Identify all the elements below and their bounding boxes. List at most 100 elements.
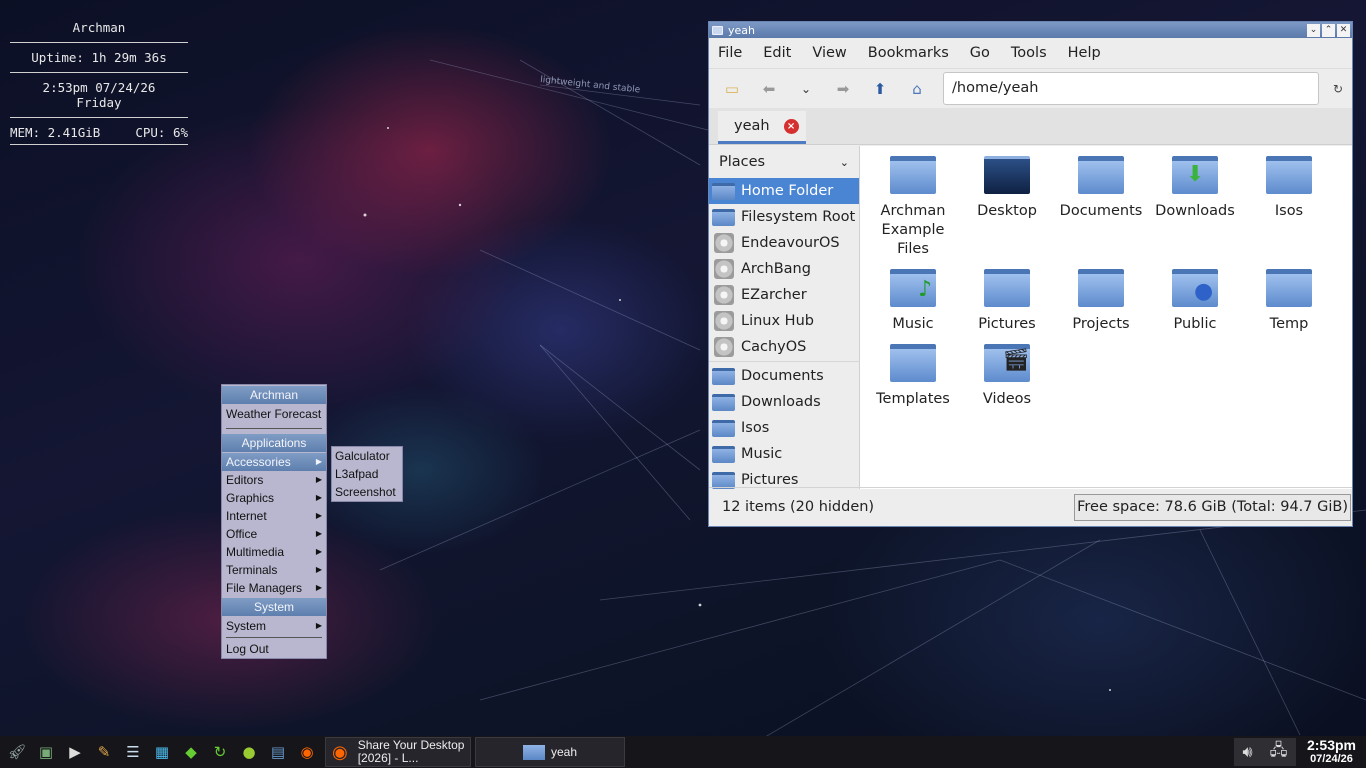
window-titlebar[interactable]: yeah ⌄ ⌃ ✕ xyxy=(709,22,1352,38)
menu-tools[interactable]: Tools xyxy=(1011,45,1047,61)
file-item[interactable]: Isos xyxy=(1242,156,1336,221)
new-tab-icon[interactable]: ▭ xyxy=(719,76,745,102)
file-label: Archman Example Files xyxy=(880,203,946,257)
terminal-icon[interactable]: ▶ xyxy=(63,740,87,764)
task-browser[interactable]: ◉ Share Your Desktop [2026] - L... xyxy=(325,737,471,767)
monitor-icon[interactable]: ▦ xyxy=(150,740,174,764)
menu-item-system[interactable]: System ▶ xyxy=(222,617,326,635)
calculator-icon[interactable]: ▤ xyxy=(266,740,290,764)
firefox-icon[interactable]: ◉ xyxy=(295,740,319,764)
file-label: Temp xyxy=(1269,316,1309,332)
menu-edit[interactable]: Edit xyxy=(763,45,791,61)
text-editor-icon[interactable]: ☰ xyxy=(121,740,145,764)
menu-view[interactable]: View xyxy=(812,45,846,61)
image-viewer-icon[interactable]: ▣ xyxy=(34,740,58,764)
volume-icon[interactable]: 🔊︎ xyxy=(1243,742,1253,762)
file-item[interactable]: Projects xyxy=(1054,269,1148,334)
task-file-manager[interactable]: yeah xyxy=(475,737,625,767)
file-manager-window: yeah ⌄ ⌃ ✕ File Edit View Bookmarks Go T… xyxy=(708,21,1353,527)
menu-help[interactable]: Help xyxy=(1068,45,1101,61)
menu-item-label: Editors xyxy=(226,473,264,487)
android-icon[interactable]: ● xyxy=(237,740,261,764)
app-green-icon[interactable]: ◆ xyxy=(179,740,203,764)
menu-item-multimedia[interactable]: Multimedia ▶ xyxy=(222,543,326,561)
window-title: yeah xyxy=(728,23,755,37)
menu-item-file-managers[interactable]: File Managers ▶ xyxy=(222,579,326,597)
place-filesystem-root[interactable]: Filesystem Root xyxy=(709,204,859,230)
tab-yeah[interactable]: yeah × xyxy=(718,111,806,144)
music-folder-icon: ♪ xyxy=(890,269,936,307)
submenu-item-l3afpad[interactable]: L3afpad xyxy=(332,465,402,483)
home-folder-icon[interactable]: ⌂ xyxy=(904,76,930,102)
bookmark-music[interactable]: Music xyxy=(709,441,859,467)
maximize-icon[interactable]: ⌃ xyxy=(1322,23,1335,37)
menu-item-weather[interactable]: Weather Forecast xyxy=(222,405,326,423)
downloads-folder-icon: ⬇ xyxy=(1172,156,1218,194)
pictures-folder-icon xyxy=(712,471,735,489)
up-arrow-icon[interactable]: ⬆ xyxy=(867,76,893,102)
status-bar: 12 items (20 hidden) Free space: 78.6 Gi… xyxy=(709,487,1352,526)
close-icon[interactable]: ✕ xyxy=(1337,23,1350,37)
place-label: ArchBang xyxy=(741,261,811,277)
menu-item-accessories[interactable]: Accessories ▶ xyxy=(222,453,326,471)
menu-go[interactable]: Go xyxy=(970,45,990,61)
folder-icon xyxy=(890,344,936,382)
place-linux-hub[interactable]: Linux Hub xyxy=(709,308,859,334)
place-ezarcher[interactable]: EZarcher xyxy=(709,282,859,308)
file-item[interactable]: ♪ Music xyxy=(866,269,960,334)
file-manager-icon[interactable]: ✎ xyxy=(92,740,116,764)
place-label: Filesystem Root xyxy=(741,209,856,225)
file-item[interactable]: ⬇ Downloads xyxy=(1148,156,1242,221)
menu-item-graphics[interactable]: Graphics ▶ xyxy=(222,489,326,507)
menu-bookmarks[interactable]: Bookmarks xyxy=(868,45,949,61)
minimize-icon[interactable]: ⌄ xyxy=(1307,23,1320,37)
music-folder-icon xyxy=(712,445,735,463)
path-input[interactable]: /home/yeah xyxy=(943,72,1319,105)
taskbar-clock[interactable]: 2:53pm 07/24/26 xyxy=(1307,737,1356,766)
place-endeavouros[interactable]: EndeavourOS xyxy=(709,230,859,256)
places-selector[interactable]: Places ⌄ xyxy=(709,146,859,178)
file-item[interactable]: Desktop xyxy=(960,156,1054,221)
menu-item-internet[interactable]: Internet ▶ xyxy=(222,507,326,525)
file-item[interactable]: 🎬︎ Videos xyxy=(960,344,1054,409)
menu-item-editors[interactable]: Editors ▶ xyxy=(222,471,326,489)
history-dropdown-icon[interactable]: ⌄ xyxy=(793,76,819,102)
file-item[interactable]: Temp xyxy=(1242,269,1336,334)
rocket-icon[interactable]: 🚀︎ xyxy=(5,740,29,764)
place-label: Home Folder xyxy=(741,183,834,199)
drive-icon xyxy=(714,311,734,331)
close-tab-icon[interactable]: × xyxy=(783,118,799,134)
wallpaper-text: lightweight and stable xyxy=(540,75,641,95)
network-icon[interactable]: 🖧︎ xyxy=(1270,739,1288,766)
file-item[interactable]: Archman Example Files xyxy=(866,156,960,259)
menu-item-terminals[interactable]: Terminals ▶ xyxy=(222,561,326,579)
task-label: Share Your Desktop [2026] - L... xyxy=(357,738,465,765)
menu-item-logout[interactable]: Log Out xyxy=(222,640,326,658)
back-arrow-icon[interactable]: ⬅ xyxy=(756,76,782,102)
submenu-item-screenshot[interactable]: Screenshot xyxy=(332,483,402,501)
bookmark-isos[interactable]: Isos xyxy=(709,415,859,441)
place-archbang[interactable]: ArchBang xyxy=(709,256,859,282)
file-item[interactable]: ● Public xyxy=(1148,269,1242,334)
menu-item-office[interactable]: Office ▶ xyxy=(222,525,326,543)
file-item[interactable]: Pictures xyxy=(960,269,1054,334)
tab-bar: yeah × xyxy=(709,108,1352,145)
task-label: yeah xyxy=(550,745,578,759)
bookmark-pictures[interactable]: Pictures xyxy=(709,467,859,489)
conky-hostname: Archman xyxy=(72,20,126,35)
submenu-item-galculator[interactable]: Galculator xyxy=(332,447,402,465)
file-item[interactable]: Templates xyxy=(866,344,960,409)
chevron-right-icon: ▶ xyxy=(315,493,322,502)
chevron-right-icon: ▶ xyxy=(315,511,322,520)
place-home-folder[interactable]: Home Folder xyxy=(709,178,859,204)
conky-time: 2:53pm 07/24/26 xyxy=(42,80,156,95)
reload-icon[interactable]: ↻ xyxy=(1333,82,1343,96)
refresh-icon[interactable]: ↻ xyxy=(208,740,232,764)
forward-arrow-icon[interactable]: ➡ xyxy=(830,76,856,102)
chevron-right-icon: ▶ xyxy=(315,621,322,630)
file-item[interactable]: Documents xyxy=(1054,156,1148,221)
place-cachyos[interactable]: CachyOS xyxy=(709,334,859,360)
bookmark-downloads[interactable]: Downloads xyxy=(709,389,859,415)
menu-file[interactable]: File xyxy=(718,45,742,61)
bookmark-documents[interactable]: Documents xyxy=(709,363,859,389)
